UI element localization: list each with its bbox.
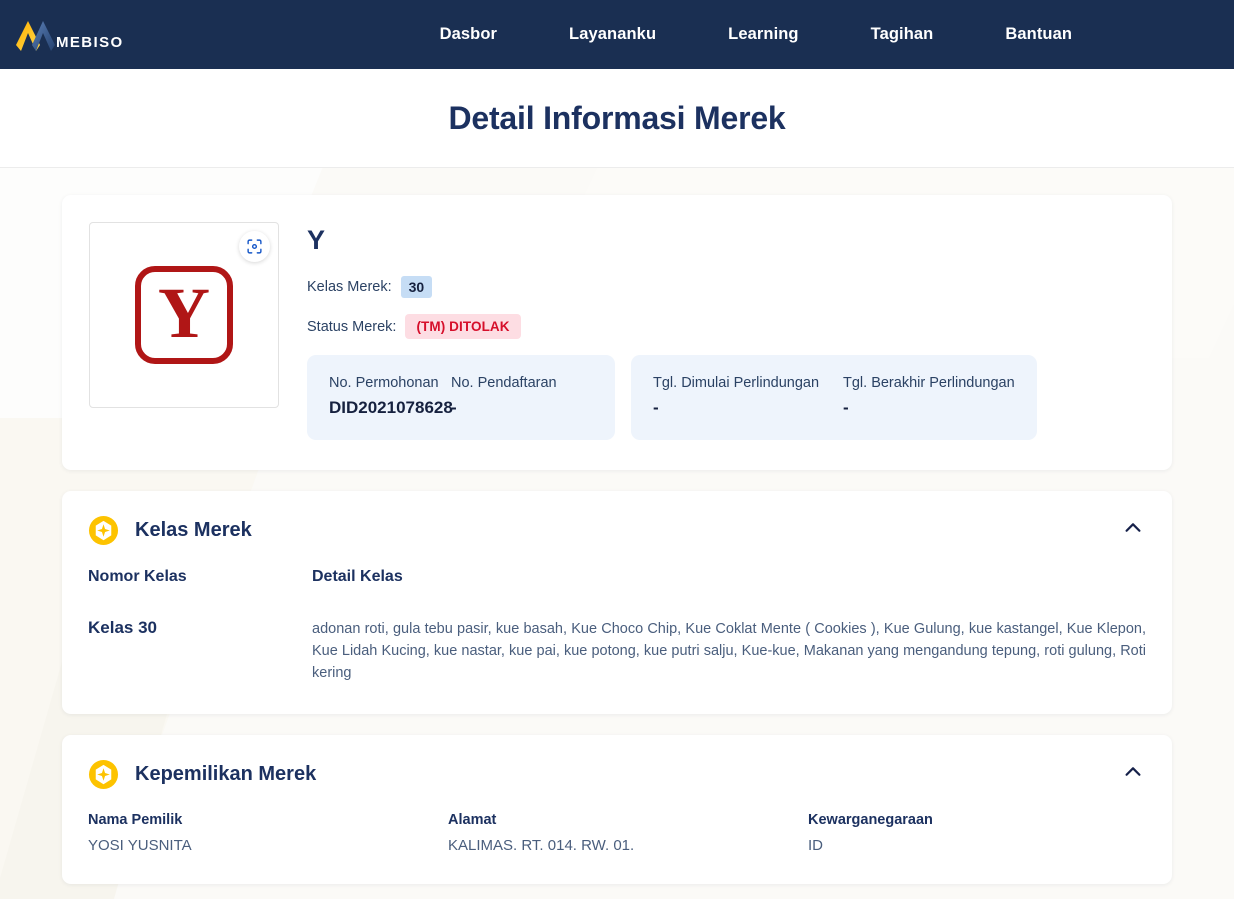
brand-status-label: Status Merek: xyxy=(307,318,397,335)
nav-item-layananku[interactable]: Layananku xyxy=(533,25,692,44)
owner-name-value: YOSI YUSNITA xyxy=(88,837,192,854)
application-info-box: No. Permohonan DID2021078628 No. Pendaft… xyxy=(307,355,615,440)
nav-item-tagihan[interactable]: Tagihan xyxy=(835,25,970,44)
main-nav: Dasbor Layananku Learning Tagihan Bantua… xyxy=(404,25,1108,44)
brand-summary-card: Y Y Kelas Merek: 30 Status Merek: (TM) D… xyxy=(62,195,1172,470)
scan-frame-icon xyxy=(247,239,262,254)
kelas-merek-title: Kelas Merek xyxy=(135,519,252,541)
kelas-merek-section-body: Nomor Kelas Kelas 30 Detail Kelas adonan… xyxy=(62,546,1172,714)
protection-start-label: Tgl. Dimulai Perlindungan xyxy=(653,375,820,391)
page-content: Y Y Kelas Merek: 30 Status Merek: (TM) D… xyxy=(0,168,1234,899)
owner-name-field: Nama Pemilik YOSI YUSNITA xyxy=(88,812,448,854)
kepemilikan-merek-section: Kepemilikan Merek Nama Pemilik YOSI YUSN… xyxy=(62,735,1172,884)
brand-wordmark: MEBISO xyxy=(56,34,124,51)
status-badge: (TM) DITOLAK xyxy=(405,314,521,339)
nav-item-dasbor[interactable]: Dasbor xyxy=(404,25,533,44)
registration-number-label: No. Pendaftaran xyxy=(451,375,557,391)
kelas-number-header: Nomor Kelas xyxy=(88,568,187,585)
protection-dates-box: Tgl. Dimulai Perlindungan - Tgl. Berakhi… xyxy=(631,355,1037,440)
top-navigation-bar: MEBISO Dasbor Layananku Learning Tagihan… xyxy=(0,0,1234,69)
gold-diamond-badge-icon xyxy=(88,759,119,790)
kelas-detail-value: adonan roti, gula tebu pasir, kue basah,… xyxy=(312,621,1146,681)
kepemilikan-merek-title: Kepemilikan Merek xyxy=(135,763,317,785)
page-title: Detail Informasi Merek xyxy=(448,99,786,136)
application-number-value: DID2021078628 xyxy=(329,398,453,417)
owner-address-field: Alamat KALIMAS. RT. 014. RW. 01. xyxy=(448,812,808,854)
gold-diamond-badge-icon xyxy=(88,515,119,546)
trademark-logo-letter: Y xyxy=(158,273,210,353)
kelas-merek-section-header[interactable]: Kelas Merek xyxy=(62,491,1172,546)
kepemilikan-merek-section-body: Nama Pemilik YOSI YUSNITA Alamat KALIMAS… xyxy=(62,790,1172,884)
owner-nationality-field: Kewarganegaraan ID xyxy=(808,812,1146,854)
protection-start-value: - xyxy=(653,398,659,417)
owner-address-value: KALIMAS. RT. 014. RW. 01. xyxy=(448,837,635,854)
registration-number-value: - xyxy=(451,398,457,417)
application-number-field: No. Permohonan DID2021078628 xyxy=(329,375,453,418)
brand-class-badge: 30 xyxy=(400,276,433,298)
scan-icon-button[interactable] xyxy=(239,231,270,262)
registration-info-boxes: No. Permohonan DID2021078628 No. Pendaft… xyxy=(307,355,1144,440)
nav-item-learning[interactable]: Learning xyxy=(692,25,834,44)
trademark-logo-image: Y xyxy=(135,266,233,364)
protection-end-value: - xyxy=(843,398,849,417)
kelas-detail-column: Detail Kelas adonan roti, gula tebu pasi… xyxy=(312,568,1146,684)
brand-summary-info: Y Kelas Merek: 30 Status Merek: (TM) DIT… xyxy=(307,222,1144,440)
kelas-merek-section: Kelas Merek Nomor Kelas Kelas 30 Detail … xyxy=(62,491,1172,714)
brand-logo[interactable]: MEBISO xyxy=(0,13,124,57)
owner-nationality-label: Kewarganegaraan xyxy=(808,812,933,828)
protection-end-field: Tgl. Berakhir Perlindungan - xyxy=(843,375,1015,418)
nav-item-bantuan[interactable]: Bantuan xyxy=(969,25,1108,44)
chevron-up-icon[interactable] xyxy=(1122,517,1144,539)
owner-nationality-value: ID xyxy=(808,837,823,854)
brand-class-row: Kelas Merek: 30 xyxy=(307,276,1144,298)
registration-number-field: No. Pendaftaran - xyxy=(451,375,557,418)
content-container: Y Y Kelas Merek: 30 Status Merek: (TM) D… xyxy=(62,195,1172,884)
kelas-number-value: Kelas 30 xyxy=(88,618,157,637)
kelas-detail-header: Detail Kelas xyxy=(312,568,403,585)
brand-status-row: Status Merek: (TM) DITOLAK xyxy=(307,314,1144,339)
protection-end-label: Tgl. Berakhir Perlindungan xyxy=(843,375,1015,391)
page-title-band: Detail Informasi Merek xyxy=(0,69,1234,168)
brand-name: Y xyxy=(307,225,326,255)
owner-fields-grid: Nama Pemilik YOSI YUSNITA Alamat KALIMAS… xyxy=(88,812,1146,854)
brand-class-label: Kelas Merek: xyxy=(307,279,392,295)
kepemilikan-merek-section-header[interactable]: Kepemilikan Merek xyxy=(62,735,1172,790)
owner-name-label: Nama Pemilik xyxy=(88,812,183,828)
owner-address-label: Alamat xyxy=(448,812,497,828)
protection-start-field: Tgl. Dimulai Perlindungan - xyxy=(653,375,843,418)
application-number-label: No. Permohonan xyxy=(329,375,439,391)
trademark-logo-box: Y xyxy=(89,222,279,408)
kelas-table: Nomor Kelas Kelas 30 Detail Kelas adonan… xyxy=(88,568,1146,684)
kelas-number-column: Nomor Kelas Kelas 30 xyxy=(88,568,312,638)
chevron-up-icon[interactable] xyxy=(1122,761,1144,783)
